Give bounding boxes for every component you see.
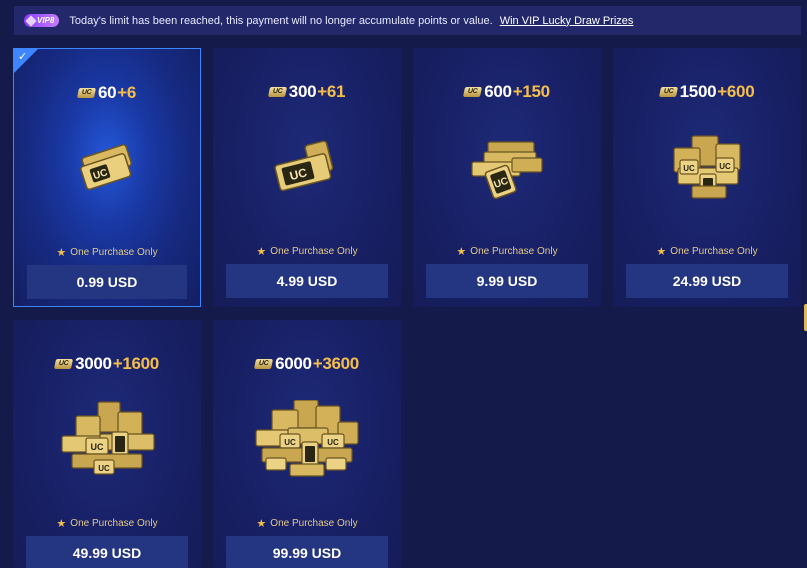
uc-bundle-image: UC <box>471 141 543 200</box>
svg-text:UC: UC <box>683 164 695 173</box>
purchase-limit-text: One Purchase Only <box>470 246 558 257</box>
package-amount: UC 60 +6 <box>14 83 200 103</box>
star-icon: ★ <box>56 518 67 530</box>
uc-bundle-image: UC UC <box>61 401 155 475</box>
vip-badge: VIP8 <box>24 14 60 27</box>
uc-package-card-1500[interactable]: UC 1500 +600 UC UC ★ One Purchase Only 2… <box>613 48 801 307</box>
base-amount: 6000 <box>275 354 312 373</box>
bonus-amount: +3600 <box>312 354 360 373</box>
star-icon: ★ <box>256 246 267 258</box>
vip-lucky-draw-link[interactable]: Win VIP Lucky Draw Prizes <box>500 15 634 27</box>
bonus-amount: +600 <box>717 82 755 101</box>
bonus-amount: +1600 <box>112 354 160 373</box>
svg-text:UC: UC <box>98 464 110 473</box>
vip-badge-label: VIP8 <box>37 16 55 25</box>
uc-currency-icon: UC <box>76 88 97 98</box>
svg-text:UC: UC <box>284 438 296 447</box>
bonus-amount: +61 <box>317 82 346 101</box>
price-button[interactable]: 49.99 USD <box>26 536 188 568</box>
uc-currency-icon: UC <box>253 359 274 369</box>
purchase-limit: ★ One Purchase Only <box>413 245 601 258</box>
purchase-limit-text: One Purchase Only <box>670 246 758 257</box>
base-amount: 3000 <box>75 354 112 373</box>
uc-package-card-300[interactable]: UC 300 +61 UC ★ One Purchase Only 4.99 U… <box>213 48 401 307</box>
package-amount: UC 600 +150 <box>413 82 601 102</box>
purchase-limit-text: One Purchase Only <box>70 518 158 529</box>
uc-currency-icon: UC <box>53 359 74 369</box>
bonus-amount: +150 <box>512 82 550 101</box>
price-button[interactable]: 99.99 USD <box>226 536 388 568</box>
uc-currency-icon: UC <box>463 87 483 97</box>
package-amount: UC 1500 +600 <box>613 82 801 102</box>
purchase-limit: ★ One Purchase Only <box>213 517 401 530</box>
purchase-limit-text: One Purchase Only <box>270 246 358 257</box>
base-amount: 1500 <box>679 82 717 101</box>
star-icon: ★ <box>256 518 267 530</box>
svg-text:UC: UC <box>327 438 339 447</box>
svg-text:UC: UC <box>91 442 104 452</box>
price-button[interactable]: 0.99 USD <box>27 265 187 299</box>
uc-package-card-6000[interactable]: UC 6000 +3600 UC UC ★ One Purchase Only <box>213 320 401 568</box>
star-icon: ★ <box>56 247 67 259</box>
purchase-limit: ★ One Purchase Only <box>14 246 200 259</box>
purchase-limit: ★ One Purchase Only <box>613 245 801 258</box>
package-amount: UC 300 +61 <box>213 82 401 102</box>
notice-message: Today's limit has been reached, this pay… <box>69 14 493 27</box>
purchase-limit-text: One Purchase Only <box>270 518 358 529</box>
uc-bundle-image: UC <box>80 144 132 191</box>
notice-bar: VIP8 Today's limit has been reached, thi… <box>14 6 801 35</box>
star-icon: ★ <box>656 246 667 258</box>
base-amount: 600 <box>484 82 512 101</box>
uc-package-card-3000[interactable]: UC 3000 +1600 UC UC ★ One Purchase Only … <box>13 320 201 568</box>
svg-text:UC: UC <box>719 162 731 171</box>
bonus-amount: +6 <box>117 83 137 102</box>
package-amount: UC 6000 +3600 <box>213 354 401 374</box>
purchase-limit: ★ One Purchase Only <box>213 245 401 258</box>
price-button[interactable]: 4.99 USD <box>226 264 388 298</box>
star-icon: ★ <box>456 246 467 258</box>
purchase-limit-text: One Purchase Only <box>70 247 158 258</box>
uc-bundle-image: UC <box>274 140 334 192</box>
uc-bundle-image: UC UC <box>255 400 359 477</box>
uc-bundle-image: UC UC <box>673 135 741 199</box>
base-amount: 60 <box>97 83 117 102</box>
package-amount: UC 3000 +1600 <box>13 354 201 374</box>
uc-currency-icon: UC <box>658 87 678 97</box>
checkmark-icon: ✓ <box>18 51 28 63</box>
uc-package-card-600[interactable]: UC 600 +150 UC ★ One Purchase Only 9.99 … <box>413 48 601 307</box>
purchase-limit: ★ One Purchase Only <box>13 517 201 530</box>
base-amount: 300 <box>288 82 317 101</box>
uc-currency-icon: UC <box>267 87 287 97</box>
price-button[interactable]: 24.99 USD <box>626 264 788 298</box>
price-button[interactable]: 9.99 USD <box>426 264 588 298</box>
uc-package-card-60[interactable]: ✓ UC 60 +6 UC ★ One Purchase Only 0.99 U… <box>13 48 201 307</box>
vip-gem-icon <box>25 14 37 27</box>
